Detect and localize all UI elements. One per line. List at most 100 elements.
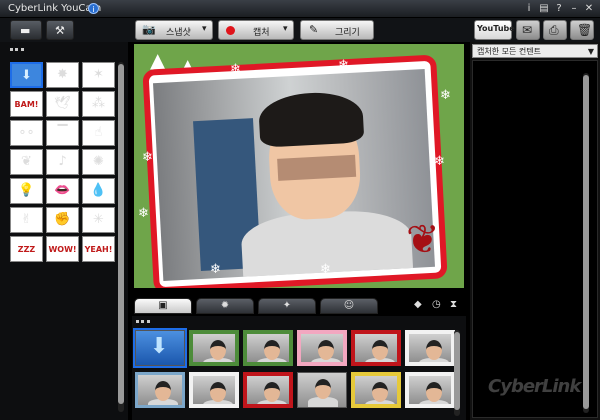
download-frames-thumbnail[interactable]: ⬇: [133, 328, 187, 368]
print-button[interactable]: ⎙: [543, 20, 567, 40]
frame-thumbnail[interactable]: [297, 372, 347, 408]
starburst-sticker-icon: ✳: [93, 212, 104, 227]
snowflake-icon: ❄: [142, 150, 153, 165]
open-folder-button[interactable]: ▬: [10, 20, 42, 40]
bubbles-sticker-icon: ∘∘: [18, 125, 35, 140]
bam-sticker-icon: BAM!: [14, 100, 39, 109]
tab-camera-frames[interactable]: ▣: [134, 298, 192, 314]
scroll-thumb[interactable]: [454, 332, 460, 410]
camera-tab-icon: ▣: [158, 300, 168, 311]
frame-thumbnail[interactable]: [189, 330, 239, 366]
effect-item[interactable]: 💡: [10, 178, 43, 204]
effect-item[interactable]: ✺: [82, 149, 115, 175]
frame-thumbnail[interactable]: [351, 372, 401, 408]
effect-item[interactable]: WOW!: [46, 236, 79, 262]
snowflake-icon: ❄: [210, 262, 221, 277]
effects-scrollbar[interactable]: [118, 62, 124, 412]
effect-item[interactable]: ✸: [46, 62, 79, 88]
trash-icon: 🗑: [577, 23, 593, 37]
settings-icon[interactable]: ▤: [538, 3, 550, 15]
folder-icon: ▬: [20, 24, 31, 37]
panel-grip-icon[interactable]: [10, 48, 24, 51]
envelope-icon: ✉: [522, 23, 533, 37]
effect-item[interactable]: ✳: [82, 207, 115, 233]
about-icon[interactable]: i: [88, 3, 99, 14]
snowflake-icon: ❄: [138, 206, 149, 221]
effects-tab-icon: ✹: [220, 300, 230, 311]
bird-sticker-icon: 🕊: [54, 96, 71, 111]
effect-item[interactable]: ✶: [82, 62, 115, 88]
capture-dropdown-icon[interactable]: ▾: [283, 24, 288, 34]
hourglass-icon[interactable]: ⧗: [450, 299, 457, 310]
lips-sticker-icon: 👄: [54, 183, 71, 198]
snowflake-icon: ❄: [230, 62, 241, 77]
scroll-thumb[interactable]: [118, 64, 124, 404]
snowflake-icon: ❄: [338, 58, 349, 73]
privacy-blur: [277, 154, 357, 181]
content-tabs: ▣ ✹ ✦ ☺ ◆ ◷ ⧗: [134, 298, 464, 316]
tools-button[interactable]: ⚒: [46, 20, 74, 40]
delete-button[interactable]: 🗑: [570, 20, 594, 40]
effect-item[interactable]: 💧: [82, 178, 115, 204]
frame-thumbnail[interactable]: [405, 372, 455, 408]
chevron-down-icon: ▼: [587, 47, 594, 56]
camera-icon: 📷: [142, 23, 156, 36]
eraser-icon[interactable]: ◆: [414, 299, 422, 310]
burst-sticker-icon: ✸: [57, 67, 68, 82]
info-icon[interactable]: i: [523, 3, 535, 15]
content-filter-dropdown[interactable]: 캡처한 모든 컨텐트 ▼: [472, 44, 598, 58]
effect-item[interactable]: ♪: [46, 149, 79, 175]
effect-item[interactable]: ∘∘: [10, 120, 43, 146]
effect-item[interactable]: ❦: [10, 149, 43, 175]
printer-icon: ⎙: [549, 23, 559, 37]
effect-item[interactable]: ✌: [10, 207, 43, 233]
frame-thumbnail[interactable]: [135, 372, 185, 408]
frame-thumbnail[interactable]: [405, 330, 455, 366]
frame-thumbnail[interactable]: [243, 330, 293, 366]
frames-scrollbar[interactable]: [454, 330, 460, 416]
effect-item[interactable]: 🕊: [46, 91, 79, 117]
webcam-image: [153, 69, 435, 281]
email-button[interactable]: ✉: [516, 20, 540, 40]
captured-content-list[interactable]: [472, 60, 598, 418]
frame-thumbnail[interactable]: [351, 330, 401, 366]
frame-thumbnail[interactable]: [297, 330, 347, 366]
tab-effects[interactable]: ✹: [196, 298, 254, 314]
music-note-sticker-icon: ♪: [58, 154, 67, 169]
frame-thumbnail[interactable]: [243, 372, 293, 408]
frame-thumbnail[interactable]: [189, 372, 239, 408]
tab-magic[interactable]: ✦: [258, 298, 316, 314]
effect-item[interactable]: BAM!: [10, 91, 43, 117]
draw-button[interactable]: ✎ 그리기: [300, 20, 374, 40]
yeah-sticker-icon: YEAH!: [84, 245, 113, 254]
close-icon[interactable]: ✕: [583, 3, 595, 15]
youtube-button[interactable]: YouTube: [474, 20, 515, 40]
effect-item[interactable]: ✊: [46, 207, 79, 233]
sparkle-sticker-icon: ✶: [93, 67, 104, 82]
clock-icon[interactable]: ◷: [432, 299, 441, 310]
scroll-thumb[interactable]: [583, 75, 589, 409]
effects-panel: ⬇ ✸ ✶ BAM! 🕊 ⁂ ∘∘ ▔ ☝ ❦ ♪ ✺ 💡 👄 💧 ✌ ✊ ✳ ZZZ WOW! YEAH!: [0, 42, 128, 420]
peace-hand-sticker-icon: ✌: [21, 212, 32, 227]
download-arrow-icon: ⬇: [150, 334, 169, 359]
snapshot-button[interactable]: 📷 스냅샷 ▾: [135, 20, 213, 40]
punch-sticker-icon: ✊: [54, 212, 71, 227]
snapshot-dropdown-icon[interactable]: ▾: [202, 24, 207, 34]
tab-emotions[interactable]: ☺: [320, 298, 378, 314]
effect-item[interactable]: ⁂: [82, 91, 115, 117]
strip-grip-icon[interactable]: [136, 320, 150, 323]
title-bar: CyberLink YouCam i i ▤ ? – ✕: [0, 0, 600, 18]
effect-item[interactable]: 👄: [46, 178, 79, 204]
effect-item[interactable]: ☝: [82, 120, 115, 146]
content-scrollbar[interactable]: [583, 73, 589, 413]
effect-item[interactable]: YEAH!: [82, 236, 115, 262]
capture-button[interactable]: 캡처 ▾: [218, 20, 294, 40]
help-icon[interactable]: ?: [553, 3, 565, 15]
record-icon: [226, 26, 235, 35]
effect-item[interactable]: ▔: [46, 120, 79, 146]
effect-item[interactable]: ⬇: [10, 62, 43, 88]
snowflake-icon: ❄: [320, 262, 331, 277]
snapshot-label: 스냅샷: [166, 28, 191, 38]
effect-item[interactable]: ZZZ: [10, 236, 43, 262]
minimize-icon[interactable]: –: [568, 3, 580, 15]
